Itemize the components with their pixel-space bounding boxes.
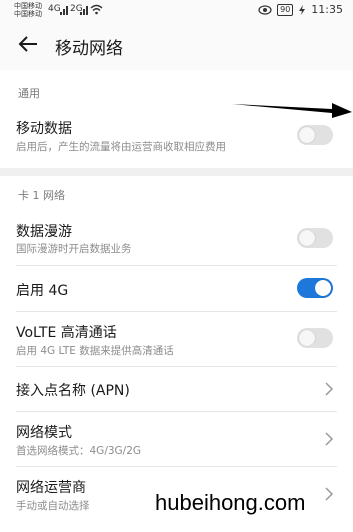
volte-title: VoLTE 高清通话 [16, 325, 117, 341]
signal-1-type: 4G [48, 4, 61, 14]
chevron-right-icon [325, 382, 334, 396]
toggle-knob [299, 330, 315, 346]
signal-bars-icon [60, 6, 68, 15]
row-data-roaming[interactable]: 数据漫游 国际漫游时开启数据业务 [0, 210, 353, 264]
carrier-labels: 中国移动 中国移动 [14, 2, 42, 18]
status-right: 90 11:35 [258, 3, 343, 16]
volte-toggle[interactable] [297, 328, 333, 348]
charging-icon [299, 4, 306, 15]
row-enable-4g[interactable]: 启用 4G [0, 266, 353, 310]
back-button[interactable] [14, 30, 42, 58]
clock: 11:35 [311, 3, 343, 16]
row-apn[interactable]: 接入点名称 (APN) [0, 367, 353, 411]
enable-4g-toggle[interactable] [297, 278, 333, 298]
toggle-knob [299, 230, 315, 246]
roaming-subtitle: 国际漫游时开启数据业务 [16, 243, 132, 255]
network-mode-subtitle: 首选网络模式：4G/3G/2G [16, 445, 142, 457]
operator-subtitle: 手动或自动选择 [16, 500, 90, 512]
pointer-arrow-icon [232, 103, 352, 118]
carrier-1-label: 中国移动 [14, 2, 42, 10]
toggle-knob [299, 127, 315, 143]
app-bar: 移动网络 [0, 22, 353, 70]
network-mode-title: 网络模式 [16, 425, 72, 441]
section-heading-card1: 卡 1 网络 [18, 189, 65, 202]
mobile-data-title: 移动数据 [16, 121, 72, 137]
row-network-mode[interactable]: 网络模式 首选网络模式：4G/3G/2G [0, 412, 353, 466]
wifi-icon [90, 4, 103, 15]
carrier-2-label: 中国移动 [14, 10, 42, 18]
chevron-right-icon [325, 432, 334, 446]
toggle-knob [315, 280, 331, 296]
volte-subtitle: 启用 4G LTE 数据来提供高清通话 [16, 345, 174, 357]
row-volte[interactable]: VoLTE 高清通话 启用 4G LTE 数据来提供高清通话 [0, 312, 353, 366]
mobile-data-toggle[interactable] [297, 125, 333, 145]
section-gap [0, 168, 353, 176]
section-heading-general: 通用 [18, 87, 40, 100]
chevron-right-icon [325, 487, 334, 501]
back-arrow-icon [18, 36, 37, 52]
page-title: 移动网络 [55, 39, 123, 59]
status-bar: 中国移动 中国移动 4G 2G 90 11:35 [0, 0, 353, 22]
mobile-data-subtitle: 启用后，产生的流量将由运营商收取相应费用 [16, 141, 226, 153]
signal-bars-2-icon [80, 6, 88, 15]
enable-4g-title: 启用 4G [16, 283, 69, 299]
roaming-title: 数据漫游 [16, 224, 72, 240]
battery-level: 90 [277, 3, 294, 16]
apn-title: 接入点名称 (APN) [16, 383, 130, 399]
watermark: hubeihong.com [155, 490, 306, 515]
operator-title: 网络运营商 [16, 480, 86, 496]
eye-icon [258, 4, 272, 15]
roaming-toggle[interactable] [297, 228, 333, 248]
